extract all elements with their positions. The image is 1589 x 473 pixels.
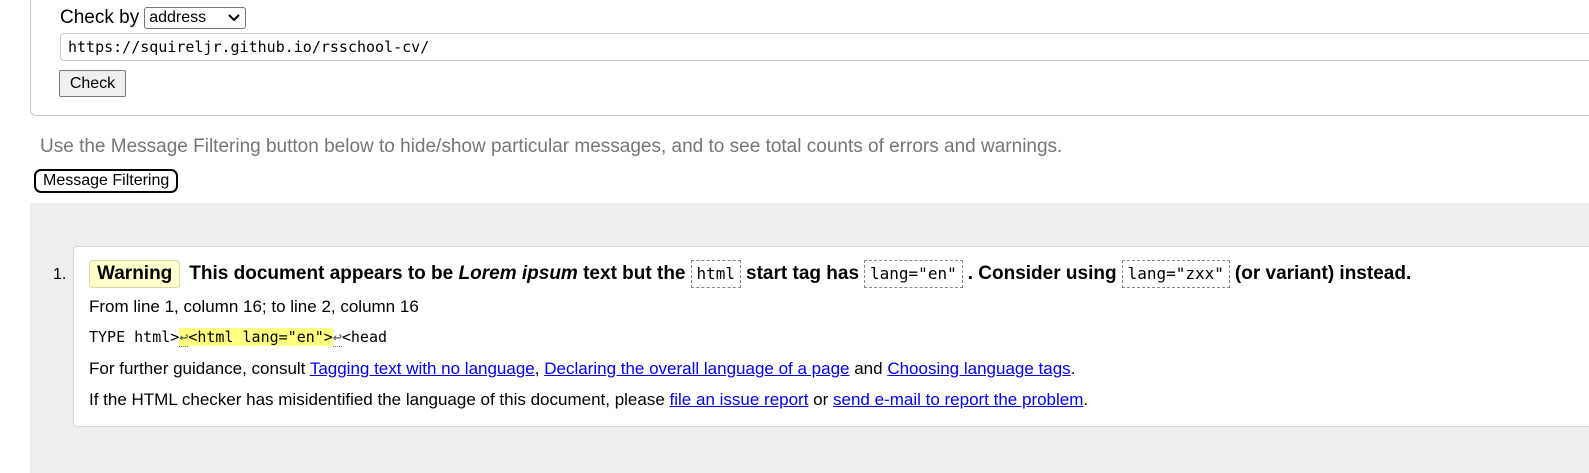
extract-highlight: <html lang="en"> [188, 328, 333, 346]
message-code-html: html [690, 260, 742, 288]
message-code-lang-zxx: lang="zxx" [1121, 260, 1230, 288]
line-feed-icon: ↩ [179, 328, 189, 347]
guidance-sep-3: . [1070, 359, 1076, 378]
filtering-hint: Use the Message Filtering button below t… [40, 136, 1063, 157]
issue-line: If the HTML checker has misidentified th… [89, 390, 1088, 410]
check-by-select[interactable]: address [144, 7, 247, 29]
check-button[interactable]: Check [59, 70, 126, 97]
line-feed-icon: ↩ [332, 328, 342, 347]
guidance-sep-2: and [849, 359, 888, 378]
message-text-2: text but the [577, 263, 686, 284]
check-by-label: Check by [60, 7, 140, 28]
message-location: From line 1, column 16; to line 2, colum… [89, 297, 419, 316]
warning-badge: Warning [89, 260, 181, 288]
message-text-em: Lorem ipsum [458, 263, 578, 284]
message-code-lang-en: lang="en" [864, 260, 963, 288]
extract-after: <head [341, 328, 388, 346]
link-declaring-language[interactable]: Declaring the overall language of a page [544, 359, 849, 378]
link-send-email[interactable]: send e-mail to report the problem [833, 390, 1083, 409]
issue-prefix: If the HTML checker has misidentified th… [89, 390, 670, 409]
guidance-prefix: For further guidance, consult [89, 359, 310, 378]
check-by-select-value: address [149, 9, 207, 26]
extract-before: TYPE html> [89, 328, 180, 346]
message-text-5: (or variant) instead. [1234, 263, 1412, 284]
message-extract: TYPE html>↩<html lang="en">↩<head [89, 328, 388, 347]
message-text-3: start tag has [746, 263, 860, 284]
message-title: Warning This document appears to be Lore… [89, 259, 1411, 289]
chevron-down-icon [228, 14, 240, 22]
link-choosing-language-tags[interactable]: Choosing language tags [887, 359, 1070, 378]
guidance-sep-1: , [534, 359, 545, 378]
guidance-line: For further guidance, consult Tagging te… [89, 359, 1075, 379]
issue-sep-2: . [1083, 390, 1089, 409]
link-file-issue-report[interactable]: file an issue report [670, 390, 809, 409]
message-text-4: . Consider using [967, 263, 1117, 284]
message-text-1: This document appears to be [189, 263, 459, 284]
message-filtering-button[interactable]: Message Filtering [34, 169, 179, 193]
check-by-row: Check by address [60, 6, 247, 30]
url-input[interactable]: https://squireljr.github.io/rsschool-cv/ [60, 33, 1589, 61]
link-tagging-text[interactable]: Tagging text with no language [310, 359, 535, 378]
message-number: 1. [53, 266, 67, 283]
issue-sep-1: or [808, 390, 833, 409]
